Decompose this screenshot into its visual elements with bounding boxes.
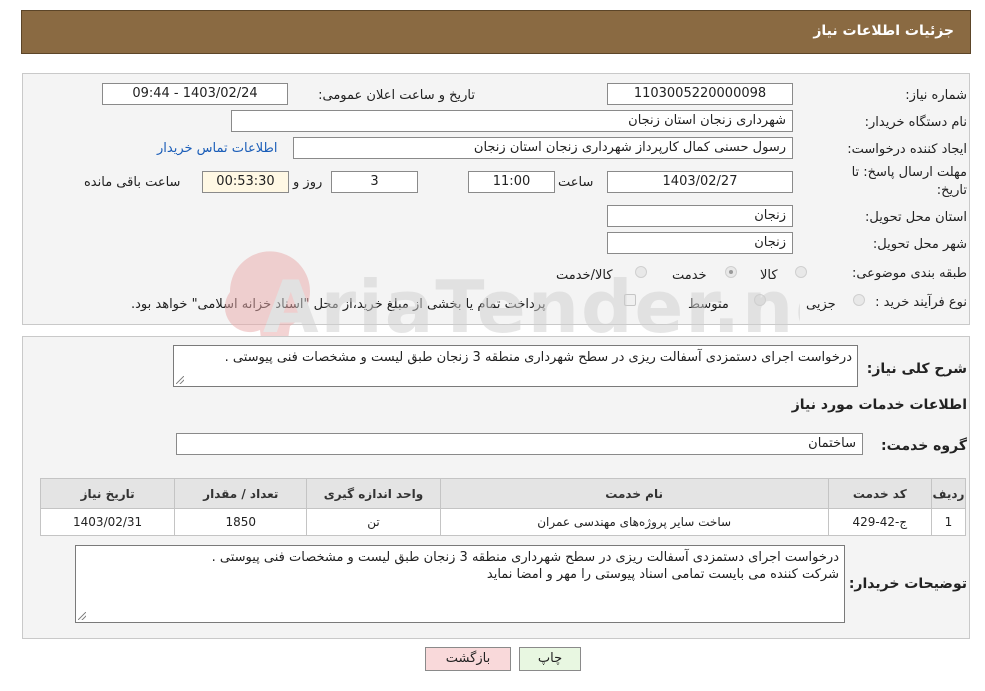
table-header-row: ردیف کد خدمت نام خدمت واحد اندازه گیری ت… [39, 478, 967, 509]
cell-unit: تن [306, 508, 441, 536]
remaining-time-label: ساعت باقی مانده [84, 175, 181, 190]
requester-label: ایجاد کننده درخواست: [847, 142, 967, 157]
buyer-org-label: نام دستگاه خریدار: [864, 115, 967, 130]
col-need-date: تاریخ نیاز [39, 478, 176, 509]
category-label: طبقه بندی موضوعی: [851, 266, 967, 281]
service-group-label: گروه خدمت: [881, 438, 967, 454]
purchase-type-label: نوع فرآیند خرید : [875, 295, 967, 310]
page-header: جزئیات اطلاعات نیاز [21, 10, 971, 54]
announce-datetime-label: تاریخ و ساعت اعلان عمومی: [318, 88, 475, 103]
announce-datetime-field: 1403/02/24 - 09:44 [102, 83, 288, 105]
description-textarea[interactable]: درخواست اجرای دستمزدی آسفالت ریزی در سطح… [173, 345, 858, 387]
service-group-field: ساختمان [176, 433, 863, 455]
col-quantity: تعداد / مقدار [174, 478, 308, 509]
buyer-contact-link[interactable]: اطلاعات تماس خریدار [157, 141, 277, 156]
col-service-code: کد خدمت [827, 478, 932, 509]
buyer-notes-line1: درخواست اجرای دستمزدی آسفالت ریزی در سطح… [211, 550, 839, 565]
table-row: 1 ج-42-429 ساخت سایر پروژه‌های مهندسی عم… [39, 508, 967, 536]
delivery-province-field: زنجان [607, 205, 793, 227]
requester-field: رسول حسنی کمال کارپرداز شهرداری زنجان اس… [293, 137, 793, 159]
purchase-radio-minor[interactable] [853, 294, 865, 306]
buyer-notes-label: توضیحات خریدار: [848, 576, 967, 592]
need-number-field: 1103005220000098 [607, 83, 793, 105]
buyer-notes-line2: شرکت کننده می بایست تمامی اسناد پیوستی ر… [486, 567, 839, 582]
deadline-date-field: 1403/02/27 [607, 171, 793, 193]
buyer-notes-textarea[interactable]: درخواست اجرای دستمزدی آسفالت ریزی در سطح… [75, 545, 845, 623]
deadline-time-label: ساعت [558, 175, 594, 190]
delivery-city-label: شهر محل تحویل: [872, 237, 967, 252]
col-unit: واحد اندازه گیری [306, 478, 441, 509]
resize-grip-icon[interactable] [78, 612, 86, 620]
need-number-label: شماره نیاز: [905, 88, 967, 103]
print-button[interactable]: چاپ [519, 647, 581, 671]
delivery-province-label: استان محل تحویل: [865, 210, 967, 225]
description-text: درخواست اجرای دستمزدی آسفالت ریزی در سطح… [224, 350, 852, 365]
buyer-org-field: شهرداری زنجان استان زنجان [231, 110, 793, 132]
back-button[interactable]: بازگشت [425, 647, 511, 671]
cell-need-date: 1403/02/31 [39, 508, 176, 536]
cell-service-name: ساخت سایر پروژه‌های مهندسی عمران [439, 508, 829, 536]
deadline-days-label: روز و [293, 175, 323, 190]
cell-row-number: 1 [930, 508, 967, 536]
services-table: ردیف کد خدمت نام خدمت واحد اندازه گیری ت… [39, 478, 967, 536]
description-label: شرح کلی نیاز: [866, 361, 967, 377]
page-title: جزئیات اطلاعات نیاز [813, 23, 954, 39]
remaining-time-field: 00:53:30 [202, 171, 289, 193]
cell-quantity: 1850 [174, 508, 308, 536]
col-row-number: ردیف [930, 478, 967, 509]
deadline-label-line2: تاریخ: [936, 183, 967, 198]
purchase-option-minor: جزیی [806, 297, 836, 312]
deadline-time-field: 11:00 [468, 171, 555, 193]
deadline-days-field: 3 [331, 171, 418, 193]
cell-service-code: ج-42-429 [827, 508, 932, 536]
deadline-label-line1: مهلت ارسال پاسخ: تا [851, 165, 967, 180]
resize-grip-icon[interactable] [176, 376, 184, 384]
col-service-name: نام خدمت [439, 478, 829, 509]
services-section-title: اطلاعات خدمات مورد نیاز [791, 397, 967, 413]
